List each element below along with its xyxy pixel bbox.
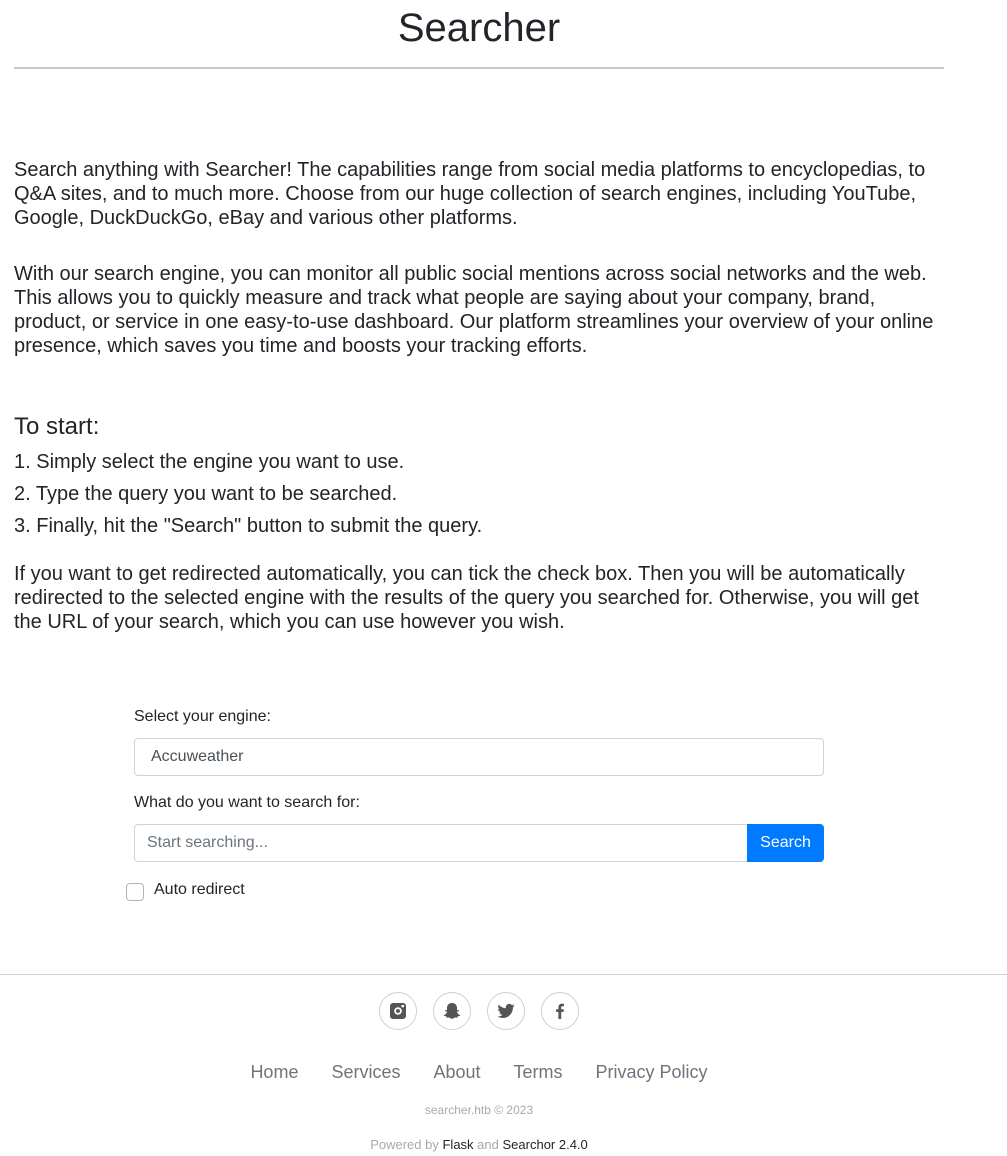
snapchat-icon[interactable] [433,992,471,1030]
search-button[interactable]: Search [747,824,824,862]
footer-link-terms[interactable]: Terms [514,1060,563,1084]
redirect-info-paragraph: If you want to get redirected automatica… [14,563,919,633]
copyright: searcher.htb © 2023 [424,1103,534,1117]
query-label: What do you want to search for: [134,794,360,811]
engine-select[interactable]: Accuweather [134,738,824,776]
page-title: Searcher [397,6,561,50]
searchor-link[interactable]: Searchor 2.4.0 [503,1137,588,1152]
auto-redirect-checkbox[interactable] [126,883,144,901]
start-heading: To start: [14,413,100,440]
powered-prefix: Powered by [370,1137,439,1152]
auto-redirect-row: Auto redirect [126,880,245,901]
footer-link-services[interactable]: Services [331,1060,400,1084]
footer-divider [0,974,1007,975]
auto-redirect-label[interactable]: Auto redirect [154,880,245,900]
flask-link[interactable]: Flask [442,1137,473,1152]
engine-label: Select your engine: [134,708,271,725]
intro-paragraph-1: Search anything with Searcher! The capab… [14,159,926,229]
step-3: 3. Finally, hit the "Search" button to s… [14,515,483,537]
powered-and: and [477,1137,499,1152]
social-links [0,992,958,1030]
instagram-icon[interactable] [379,992,417,1030]
footer-link-home[interactable]: Home [250,1060,298,1084]
footer-nav: Home Services About Terms Privacy Policy [0,1060,958,1084]
title-divider [14,67,944,69]
page: Searcher Search anything with Searcher! … [0,0,1007,1156]
powered-by: Powered by Flask and Searchor 2.4.0 [0,1137,958,1152]
step-1: 1. Simply select the engine you want to … [14,451,405,473]
search-input-group: Search [134,824,824,862]
step-2: 2. Type the query you want to be searche… [14,483,398,505]
search-input[interactable] [134,824,747,862]
intro-paragraph-2: With our search engine, you can monitor … [14,263,934,357]
twitter-icon[interactable] [487,992,525,1030]
facebook-icon[interactable] [541,992,579,1030]
steps-list: 1. Simply select the engine you want to … [14,450,482,546]
footer-link-privacy-policy[interactable]: Privacy Policy [596,1060,708,1084]
search-form: Select your engine: Accuweather What do … [126,706,824,901]
footer-link-about[interactable]: About [433,1060,480,1084]
